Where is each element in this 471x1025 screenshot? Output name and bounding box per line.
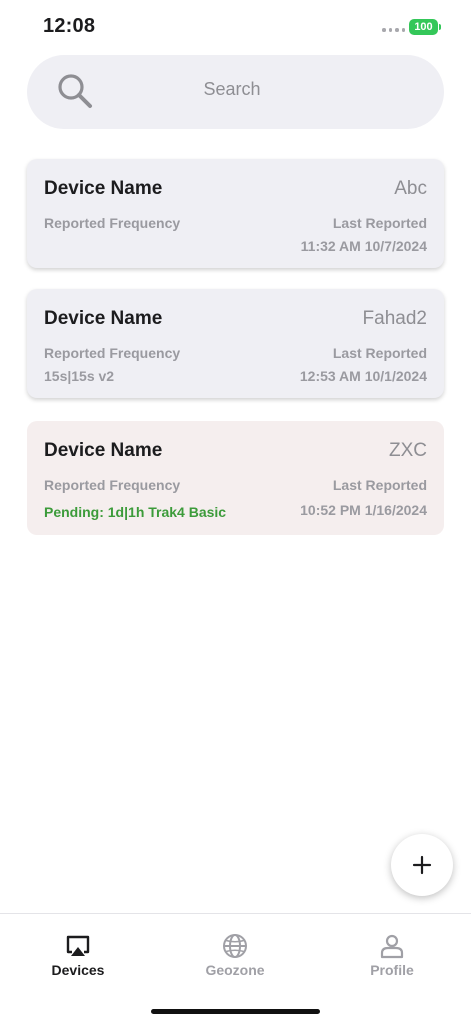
tab-devices[interactable]: Devices bbox=[18, 932, 138, 978]
tab-geozone[interactable]: Geozone bbox=[175, 932, 295, 978]
device-card-zxc[interactable]: Device Name ZXC Reported Frequency Last … bbox=[27, 421, 444, 535]
search-input[interactable] bbox=[120, 74, 344, 104]
device-name: Abc bbox=[394, 178, 427, 199]
device-card-abc[interactable]: Device Name Abc Reported Frequency Last … bbox=[27, 159, 444, 268]
last-reported-value: 10:52 PM 1/16/2024 bbox=[300, 502, 427, 518]
signal-dots-icon bbox=[382, 28, 405, 32]
home-indicator bbox=[151, 1009, 320, 1014]
globe-icon bbox=[223, 934, 247, 958]
status-bar: 12:08 100 bbox=[0, 0, 471, 54]
tab-profile[interactable]: Profile bbox=[332, 932, 452, 978]
tab-label: Profile bbox=[370, 962, 414, 978]
battery-icon: 100 bbox=[409, 19, 438, 35]
device-title: Device Name bbox=[44, 178, 163, 199]
frequency-value: 15s|15s v2 bbox=[44, 368, 115, 384]
person-icon bbox=[380, 934, 404, 959]
last-reported-label: Last Reported bbox=[332, 477, 427, 493]
battery-tip bbox=[439, 24, 441, 30]
tab-label: Devices bbox=[51, 962, 105, 978]
device-card-fahad2[interactable]: Device Name Fahad2 Reported Frequency La… bbox=[27, 289, 444, 398]
search-icon bbox=[58, 74, 92, 108]
tab-label: Geozone bbox=[205, 962, 265, 978]
airplay-icon bbox=[66, 935, 90, 956]
frequency-label: Reported Frequency bbox=[44, 345, 181, 361]
device-title: Device Name bbox=[44, 308, 163, 329]
plus-icon bbox=[412, 855, 432, 875]
add-device-button[interactable] bbox=[391, 834, 453, 896]
battery-level: 100 bbox=[414, 21, 433, 33]
last-reported-label: Last Reported bbox=[332, 345, 427, 361]
device-title: Device Name bbox=[44, 440, 163, 461]
frequency-label: Reported Frequency bbox=[44, 477, 181, 493]
frequency-label: Reported Frequency bbox=[44, 215, 181, 231]
last-reported-label: Last Reported bbox=[332, 215, 427, 231]
status-time: 12:08 bbox=[43, 15, 96, 37]
pending-frequency-value: Pending: 1d|1h Trak4 Basic bbox=[44, 504, 227, 520]
last-reported-value: 12:53 AM 10/1/2024 bbox=[299, 368, 427, 384]
device-name: ZXC bbox=[389, 440, 427, 461]
last-reported-value: 11:32 AM 10/7/2024 bbox=[300, 238, 427, 254]
device-name: Fahad2 bbox=[362, 308, 427, 329]
